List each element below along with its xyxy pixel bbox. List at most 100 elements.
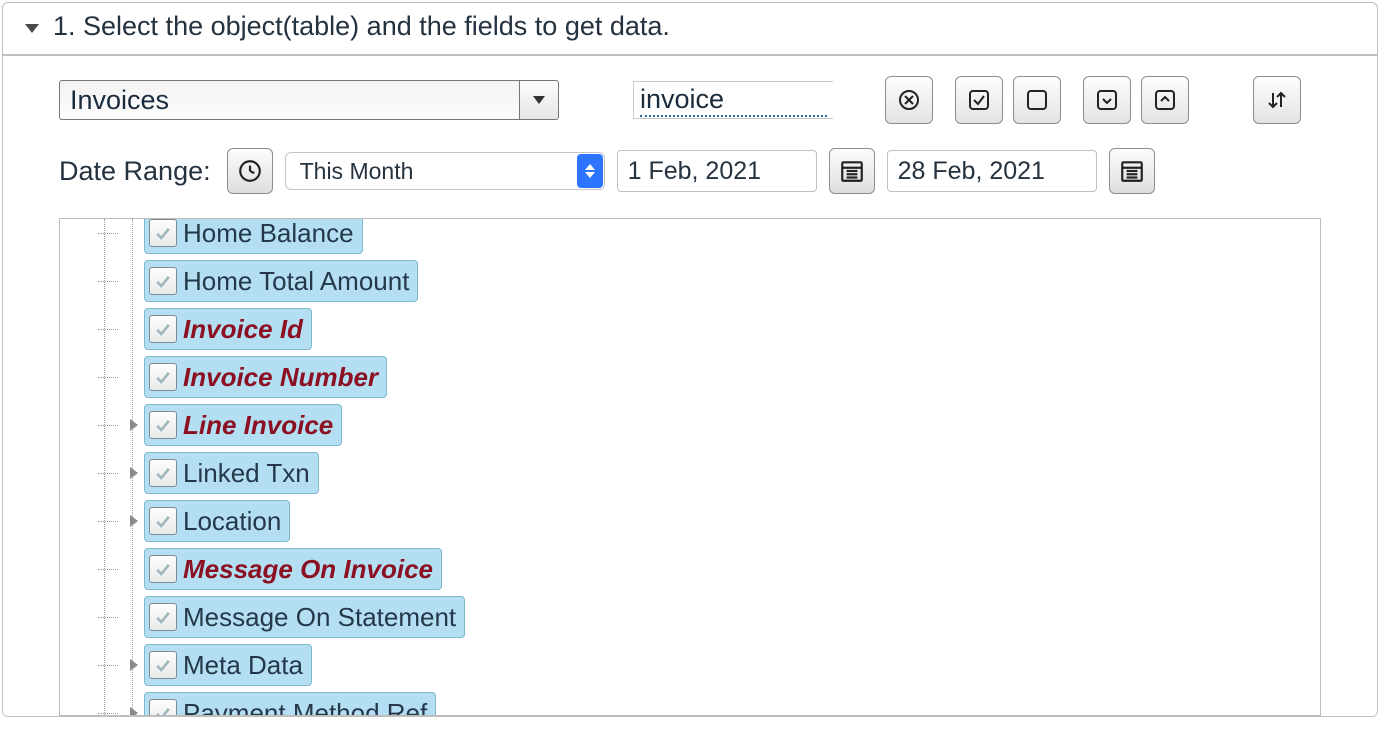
date-start-picker-button[interactable] bbox=[829, 148, 875, 194]
field-label: Location bbox=[183, 506, 281, 537]
expand-group bbox=[1083, 76, 1189, 124]
row-object-filter bbox=[59, 76, 1377, 124]
tree-node[interactable]: Linked Txn bbox=[98, 449, 465, 497]
date-end-picker-button[interactable] bbox=[1109, 148, 1155, 194]
field-checkbox[interactable] bbox=[149, 411, 177, 439]
check-icon bbox=[153, 655, 173, 675]
collapse-icon bbox=[1153, 88, 1177, 112]
field-chip[interactable]: Home Balance bbox=[144, 218, 363, 254]
chevron-right-icon bbox=[130, 419, 138, 431]
field-chip[interactable]: Invoice Id bbox=[144, 308, 312, 350]
check-icon bbox=[153, 367, 173, 387]
field-checkbox[interactable] bbox=[149, 699, 177, 716]
expand-toggle[interactable] bbox=[126, 705, 142, 716]
field-chip[interactable]: Home Total Amount bbox=[144, 260, 418, 302]
expand-toggle[interactable] bbox=[126, 465, 142, 481]
field-chip[interactable]: Linked Txn bbox=[144, 452, 319, 494]
field-checkbox[interactable] bbox=[149, 507, 177, 535]
date-start-input[interactable] bbox=[617, 150, 817, 192]
check-icon bbox=[153, 703, 173, 716]
expand-spacer bbox=[126, 273, 142, 289]
expand-toggle[interactable] bbox=[126, 417, 142, 433]
tree-connector bbox=[98, 305, 126, 353]
check-icon bbox=[153, 319, 173, 339]
field-chip[interactable]: Message On Invoice bbox=[144, 548, 442, 590]
tree-node[interactable]: Home Total Amount bbox=[98, 257, 465, 305]
tree-connector bbox=[98, 257, 126, 305]
object-dropdown-button[interactable] bbox=[519, 80, 559, 120]
row-date-range: Date Range: bbox=[59, 148, 1377, 194]
check-all-button[interactable] bbox=[955, 76, 1003, 124]
field-label: Invoice Number bbox=[183, 362, 378, 393]
field-chip[interactable]: Invoice Number bbox=[144, 356, 387, 398]
check-icon bbox=[153, 463, 173, 483]
calendar-icon bbox=[1119, 158, 1145, 184]
expand-spacer bbox=[126, 561, 142, 577]
check-icon bbox=[153, 607, 173, 627]
chevron-right-icon bbox=[130, 467, 138, 479]
panel-header[interactable]: 1. Select the object(table) and the fiel… bbox=[3, 3, 1377, 56]
tree-node[interactable]: Invoice Number bbox=[98, 353, 465, 401]
collapse-all-button[interactable] bbox=[1141, 76, 1189, 124]
tree-connector bbox=[98, 689, 126, 716]
field-checkbox[interactable] bbox=[149, 459, 177, 487]
expand-spacer bbox=[126, 609, 142, 625]
tree-node[interactable]: Message On Statement bbox=[98, 593, 465, 641]
object-combobox[interactable] bbox=[59, 80, 559, 120]
tree-node[interactable]: Meta Data bbox=[98, 641, 465, 689]
field-chip[interactable]: Line Invoice bbox=[144, 404, 342, 446]
date-preset-value[interactable] bbox=[285, 152, 605, 190]
tree-node[interactable]: Invoice Id bbox=[98, 305, 465, 353]
expand-all-button[interactable] bbox=[1083, 76, 1131, 124]
tree-connector bbox=[98, 641, 126, 689]
tree-connector bbox=[98, 497, 126, 545]
tree-node[interactable]: Message On Invoice bbox=[98, 545, 465, 593]
date-end-input[interactable] bbox=[887, 150, 1097, 192]
date-preset-button[interactable] bbox=[227, 148, 273, 194]
tree-connector bbox=[98, 449, 126, 497]
field-checkbox[interactable] bbox=[149, 267, 177, 295]
field-tree[interactable]: Home Balance Home Total Amount Invoice Id I… bbox=[59, 218, 1321, 716]
tree-node[interactable]: Home Balance bbox=[98, 218, 465, 257]
tree-connector bbox=[98, 353, 126, 401]
field-filter-input[interactable] bbox=[640, 84, 827, 117]
sort-button[interactable] bbox=[1253, 76, 1301, 124]
expand-toggle[interactable] bbox=[126, 513, 142, 529]
uncheck-all-button[interactable] bbox=[1013, 76, 1061, 124]
field-checkbox[interactable] bbox=[149, 363, 177, 391]
expand-toggle[interactable] bbox=[126, 657, 142, 673]
clear-filter-button[interactable] bbox=[885, 76, 933, 124]
field-checkbox[interactable] bbox=[149, 651, 177, 679]
field-checkbox[interactable] bbox=[149, 315, 177, 343]
field-label: Message On Invoice bbox=[183, 554, 433, 585]
date-preset-select[interactable] bbox=[285, 152, 605, 190]
field-label: Message On Statement bbox=[183, 602, 456, 633]
chevron-right-icon bbox=[130, 659, 138, 671]
tree-connector bbox=[98, 218, 126, 257]
step-1-panel: 1. Select the object(table) and the fiel… bbox=[2, 2, 1378, 717]
tree-node[interactable]: Line Invoice bbox=[98, 401, 465, 449]
field-chip[interactable]: Meta Data bbox=[144, 644, 312, 686]
check-group bbox=[955, 76, 1061, 124]
field-label: Line Invoice bbox=[183, 410, 333, 441]
field-chip[interactable]: Payment Method Ref bbox=[144, 692, 436, 716]
field-label: Linked Txn bbox=[183, 458, 310, 489]
clear-icon bbox=[897, 88, 921, 112]
field-checkbox[interactable] bbox=[149, 603, 177, 631]
check-icon bbox=[153, 415, 173, 435]
field-chip[interactable]: Message On Statement bbox=[144, 596, 465, 638]
object-input[interactable] bbox=[59, 80, 519, 120]
tree-connector bbox=[98, 401, 126, 449]
field-label: Meta Data bbox=[183, 650, 303, 681]
tree-node[interactable]: Location bbox=[98, 497, 465, 545]
tree-node[interactable]: Payment Method Ref bbox=[98, 689, 465, 716]
field-chip[interactable]: Location bbox=[144, 500, 290, 542]
field-label: Home Total Amount bbox=[183, 266, 409, 297]
field-checkbox[interactable] bbox=[149, 555, 177, 583]
panel-title: 1. Select the object(table) and the fiel… bbox=[53, 11, 670, 42]
field-checkbox[interactable] bbox=[149, 219, 177, 247]
expand-icon bbox=[1095, 88, 1119, 112]
disclosure-triangle-icon[interactable] bbox=[25, 24, 39, 33]
check-icon bbox=[153, 559, 173, 579]
check-icon bbox=[153, 223, 173, 243]
